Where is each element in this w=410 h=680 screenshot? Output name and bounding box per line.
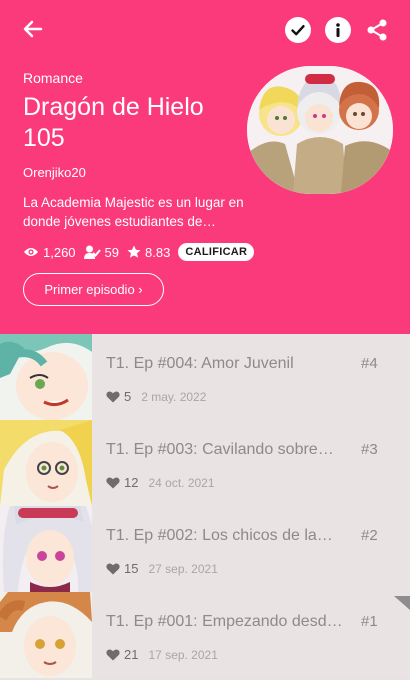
episode-date: 24 oct. 2021: [148, 475, 215, 490]
rating-stat: 8.83: [127, 245, 170, 260]
episode-thumbnail: [0, 420, 92, 506]
rate-button[interactable]: CALIFICAR: [178, 243, 255, 261]
episode-row[interactable]: T1. Ep #002: Los chicos de la… #2 15 27 …: [0, 506, 410, 592]
cover-image: [247, 66, 393, 194]
episode-likes: 15: [124, 561, 139, 576]
episode-number: #1: [361, 613, 378, 630]
rating-value: 8.83: [145, 244, 171, 260]
back-arrow-icon[interactable]: [18, 14, 48, 44]
info-icon[interactable]: [325, 17, 351, 43]
episode-date: 27 sep. 2021: [148, 561, 218, 576]
episode-likes: 21: [124, 647, 139, 662]
episode-meta: 5 2 may. 2022: [106, 389, 206, 404]
episode-meta: 21 17 sep. 2021: [106, 647, 218, 662]
episode-number: #4: [361, 355, 378, 372]
heart-icon: [106, 648, 120, 660]
views-count: 1,260: [43, 244, 76, 260]
star-icon: [127, 245, 141, 258]
share-icon[interactable]: [364, 17, 390, 43]
episode-meta: 15 27 sep. 2021: [106, 561, 218, 576]
episode-title: T1. Ep #001: Empezando desd…: [106, 613, 343, 630]
heart-icon: [106, 476, 120, 488]
episode-date: 17 sep. 2021: [148, 647, 218, 662]
top-bar: [0, 0, 410, 60]
episode-meta: 12 24 oct. 2021: [106, 475, 215, 490]
episode-title: T1. Ep #002: Los chicos de la…: [106, 527, 333, 544]
episode-date: 2 may. 2022: [141, 389, 207, 404]
series-stats: 1,260 59 8.83 CALIFICAR: [23, 243, 255, 261]
author-name[interactable]: Orenjiko20: [23, 165, 86, 180]
episode-likes: 12: [124, 475, 139, 490]
episode-thumbnail: [0, 334, 92, 420]
episode-row[interactable]: T1. Ep #004: Amor Juvenil #4 5 2 may. 20…: [0, 334, 410, 420]
episode-title: T1. Ep #004: Amor Juvenil: [106, 355, 294, 372]
heart-icon: [106, 562, 120, 574]
subscriber-icon: [83, 245, 101, 259]
subscribers-stat: 59: [83, 244, 120, 260]
episode-number: #2: [361, 527, 378, 544]
genre-label[interactable]: Romance: [23, 70, 83, 86]
first-episode-button[interactable]: Primer episodio ›: [23, 273, 164, 306]
series-description[interactable]: La Academia Majestic es un lugar en dond…: [23, 193, 253, 231]
subscribers-count: 59: [104, 244, 120, 260]
heart-icon: [106, 390, 120, 402]
episode-number: #3: [361, 441, 378, 458]
episode-thumbnail: [0, 592, 92, 678]
episode-title: T1. Ep #003: Cavilando sobre…: [106, 441, 334, 458]
eye-icon: [24, 248, 38, 256]
episode-thumbnail: [0, 506, 92, 592]
corner-fold-icon: [394, 596, 410, 610]
check-circle-icon[interactable]: [285, 17, 311, 43]
series-title: Dragón de Hielo 105: [23, 93, 204, 152]
episode-row[interactable]: T1. Ep #003: Cavilando sobre… #3 12 24 o…: [0, 420, 410, 506]
series-header: Romance Dragón de Hielo 105 Orenjiko20 L…: [0, 0, 410, 334]
episode-list: T1. Ep #004: Amor Juvenil #4 5 2 may. 20…: [0, 334, 410, 678]
episode-row[interactable]: T1. Ep #001: Empezando desd… #1 21 17 se…: [0, 592, 410, 678]
views-stat: 1,260: [23, 245, 76, 260]
episode-likes: 5: [124, 389, 132, 404]
